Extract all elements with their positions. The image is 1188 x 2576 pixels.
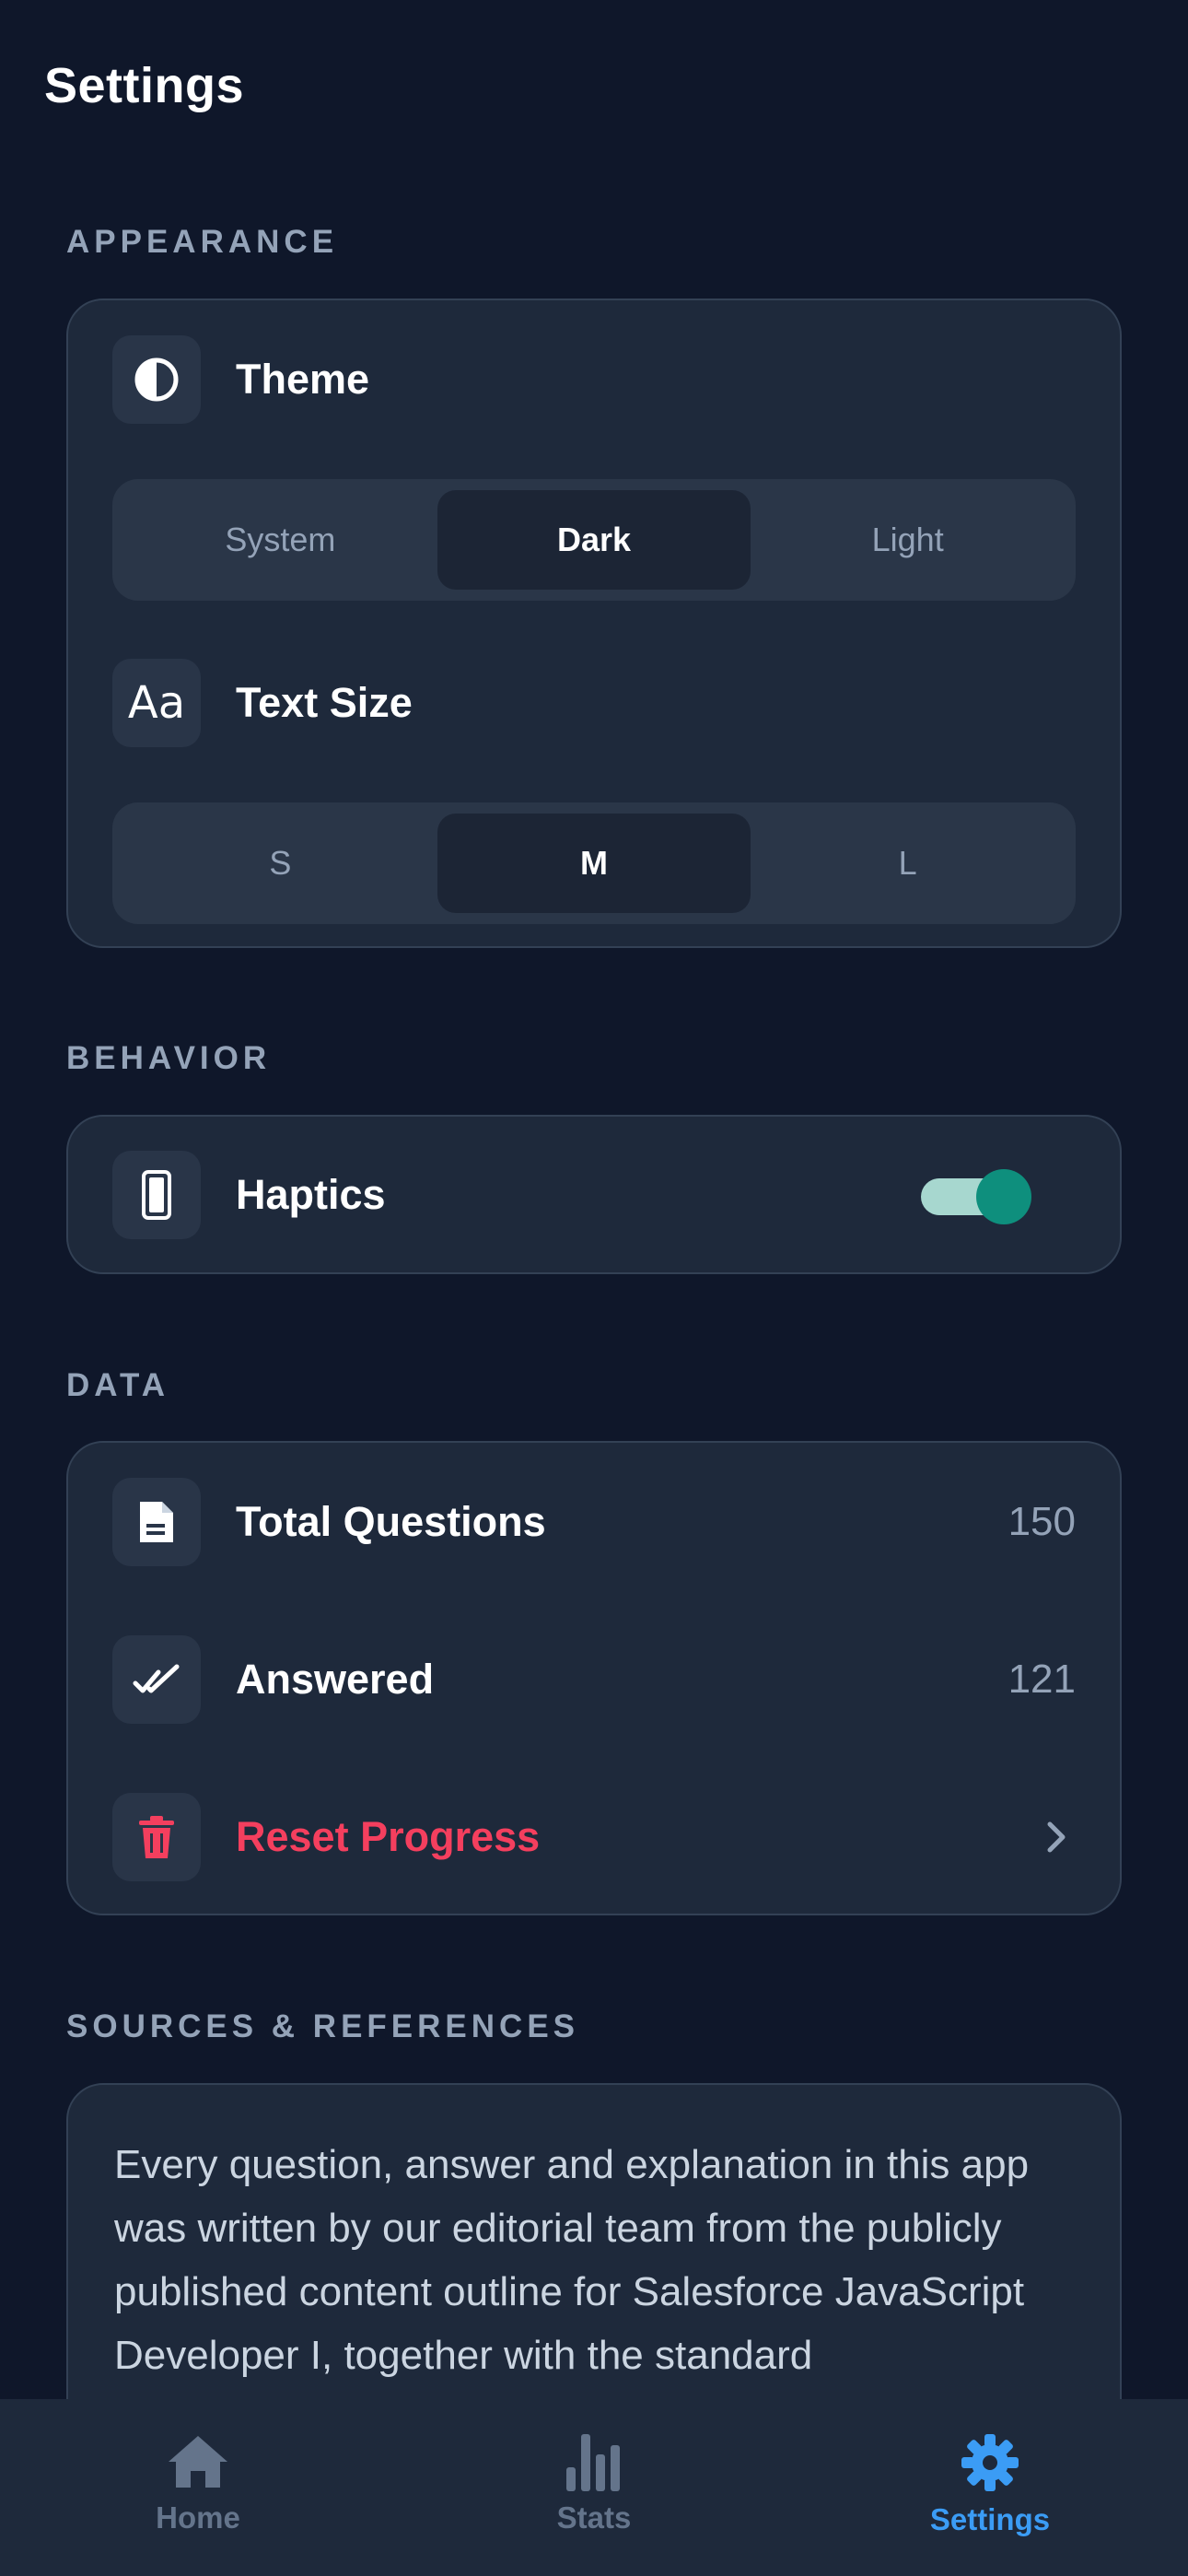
half-circle-icon [134,357,179,402]
text-size-label: Text Size [236,679,413,726]
tab-bar: Home Stats Settings [0,2399,1188,2576]
answered-label: Answered [236,1656,435,1703]
double-check-icon [133,1664,180,1693]
total-questions-icon-box [112,1478,201,1566]
tab-stats-label: Stats [556,2500,632,2535]
tab-home[interactable]: Home [0,2399,396,2576]
text-size-option-s[interactable]: S [123,814,437,913]
data-card: Total Questions 150 Answered 121 Reset P… [66,1441,1122,1915]
theme-label: Theme [236,356,370,403]
haptics-toggle[interactable] [921,1169,1031,1224]
tab-settings-label: Settings [929,2502,1051,2536]
theme-icon-box [112,335,201,424]
home-icon [169,2436,227,2488]
total-questions-value: 150 [1007,1499,1076,1544]
trash-icon [139,1816,174,1858]
reset-icon-box [112,1793,201,1881]
sources-text: Every question, answer and explanation i… [114,2142,1030,2378]
chevron-right-icon [1047,1821,1066,1853]
text-size-segmented-control: S M L [112,802,1076,924]
behavior-card: Haptics [66,1115,1122,1274]
phone-icon [142,1170,171,1220]
text-size-icon-box: Aa [112,659,201,747]
bar-chart-icon [566,2434,620,2491]
theme-option-system[interactable]: System [123,490,437,590]
settings-screen: Settings APPEARANCE Theme System Dark Li… [0,0,1188,2576]
section-label-sources: SOURCES & REFERENCES [66,2008,580,2044]
reset-progress-label: Reset Progress [236,1813,541,1860]
theme-option-light[interactable]: Light [751,490,1065,590]
toggle-knob [976,1169,1031,1224]
gear-icon [961,2434,1019,2491]
answered-row: Answered 121 [112,1635,1076,1724]
answered-value: 121 [1007,1657,1076,1702]
document-icon [140,1502,173,1542]
theme-option-dark[interactable]: Dark [437,490,751,590]
total-questions-label: Total Questions [236,1498,546,1545]
tab-stats[interactable]: Stats [396,2399,792,2576]
text-size-option-m[interactable]: M [437,814,751,913]
tab-settings[interactable]: Settings [792,2399,1188,2576]
text-aa-icon: Aa [127,677,186,729]
section-label-appearance: APPEARANCE [66,224,339,260]
theme-segmented-control: System Dark Light [112,479,1076,601]
theme-row: Theme [112,335,1076,424]
text-size-row: Aa Text Size [112,659,1076,747]
tab-home-label: Home [156,2500,240,2535]
total-questions-row: Total Questions 150 [112,1478,1076,1566]
appearance-card: Theme System Dark Light Aa Text Size S M… [66,299,1122,948]
haptics-icon-box [112,1151,201,1239]
haptics-row: Haptics [112,1151,1076,1239]
text-size-option-l[interactable]: L [751,814,1065,913]
section-label-behavior: BEHAVIOR [66,1040,272,1076]
page-title: Settings [44,58,245,113]
answered-icon-box [112,1635,201,1724]
section-label-data: DATA [66,1367,170,1403]
reset-progress-row[interactable]: Reset Progress [112,1793,1076,1881]
